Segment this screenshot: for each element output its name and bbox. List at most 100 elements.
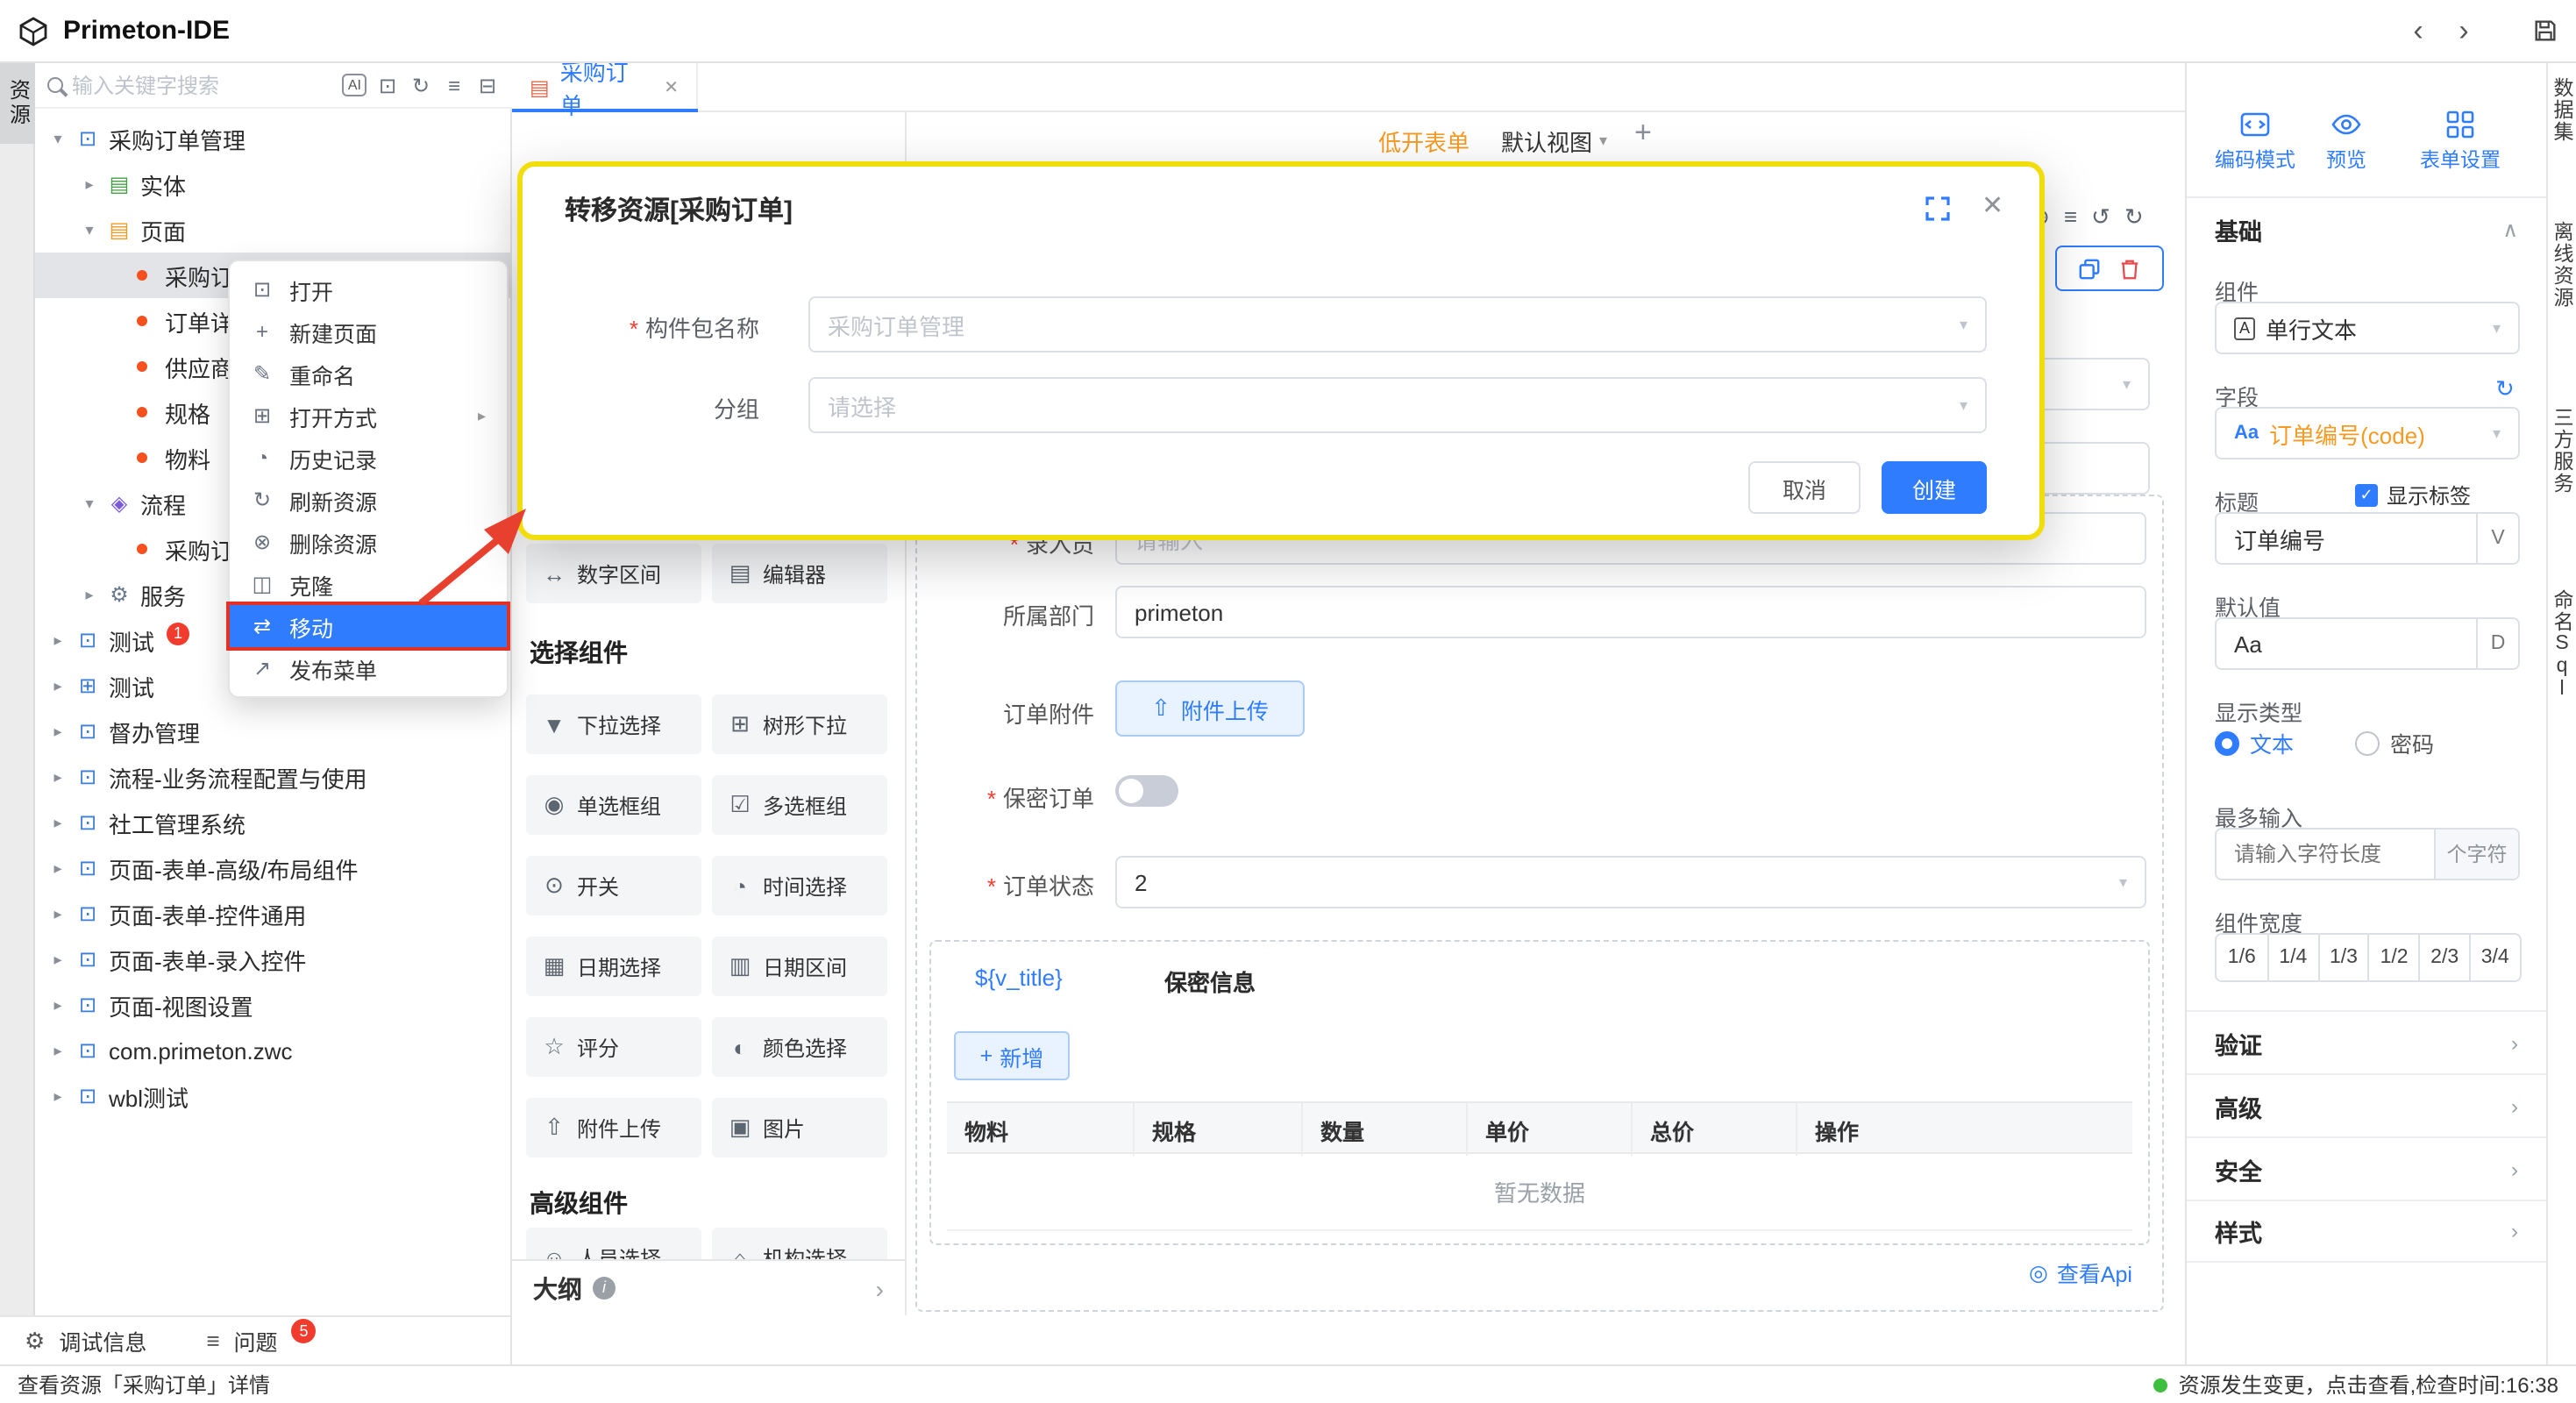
chevron-right-icon[interactable]: ▸ — [49, 676, 67, 695]
refresh-tree-icon[interactable]: ↻ — [409, 73, 433, 97]
menu-item-rename[interactable]: ✎重命名 — [230, 353, 507, 395]
undo-icon[interactable]: ↺ — [2091, 203, 2110, 231]
tab-offline-resources[interactable]: 离线资源 — [2548, 221, 2576, 309]
section-validation[interactable]: 验证 › — [2187, 1010, 2546, 1073]
tree-item-zwc[interactable]: ▸ ⊡ com.primeton.zwc — [35, 1028, 512, 1073]
tree-item-form-common[interactable]: ▸ ⊡ 页面-表单-控件通用 — [35, 891, 512, 937]
chevron-right-icon[interactable]: ▸ — [49, 904, 67, 923]
redo-icon[interactable]: ↻ — [2124, 203, 2144, 231]
max-length-input[interactable]: 个字符 — [2215, 828, 2520, 880]
palette-dropdown[interactable]: ▼下拉选择 — [526, 694, 701, 754]
upload-attachment-button[interactable]: ⇧ 附件上传 — [1115, 680, 1305, 737]
tab-purchase-order[interactable]: ▤ 采购订单 ✕ — [512, 63, 698, 112]
nav-back-icon[interactable]: ‹ — [2402, 13, 2434, 48]
palette-color-picker[interactable]: ◐颜色选择 — [712, 1017, 887, 1077]
section-security[interactable]: 安全 › — [2187, 1136, 2546, 1200]
save-icon[interactable] — [2532, 18, 2558, 44]
chevron-down-icon[interactable]: ▾ — [81, 494, 98, 513]
palette-tree-dropdown[interactable]: ⊞树形下拉 — [712, 694, 887, 754]
palette-checkbox-group[interactable]: ☑多选框组 — [712, 775, 887, 835]
collapse-all-icon[interactable]: ⊟ — [475, 73, 500, 97]
chevron-right-icon[interactable]: › — [876, 1274, 884, 1302]
cancel-button[interactable]: 取消 — [1748, 461, 1861, 514]
close-dialog-icon[interactable]: ✕ — [1982, 189, 2003, 221]
chevron-right-icon[interactable]: ▸ — [49, 858, 67, 878]
group-select[interactable]: 请选择 ▾ — [808, 377, 1987, 433]
nav-forward-icon[interactable]: › — [2448, 13, 2480, 48]
department-input[interactable]: primeton — [1115, 586, 2146, 638]
chevron-right-icon[interactable]: ▸ — [49, 813, 67, 832]
variable-suffix[interactable]: V — [2476, 514, 2518, 563]
palette-image[interactable]: ▣图片 — [712, 1098, 887, 1157]
chevron-right-icon[interactable]: ▸ — [49, 630, 67, 650]
close-tab-icon[interactable]: ✕ — [664, 78, 679, 97]
create-button[interactable]: 创建 — [1882, 461, 1987, 514]
tree-item-package[interactable]: ▾ ⊡ 采购订单管理 — [35, 116, 512, 161]
chevron-down-icon[interactable]: ▾ — [81, 220, 98, 239]
width-option[interactable]: 2/3 — [2418, 935, 2469, 980]
chevron-right-icon[interactable]: ▸ — [49, 1086, 67, 1106]
width-option[interactable]: 1/4 — [2267, 935, 2318, 980]
view-api-link[interactable]: ◎ 查看Api — [947, 1256, 2132, 1289]
radio-text[interactable]: 文本 — [2215, 726, 2294, 759]
tab-third-party-services[interactable]: 三方服务 — [2548, 407, 2576, 495]
tree-item-social-system[interactable]: ▸ ⊡ 社工管理系统 — [35, 800, 512, 845]
refresh-field-icon[interactable]: ↻ — [2495, 375, 2515, 403]
width-option[interactable]: 3/4 — [2469, 935, 2520, 980]
field-binding-select[interactable]: Aa 订单编号(code) ▾ — [2215, 407, 2520, 459]
package-name-select[interactable]: 采购订单管理 ▾ — [808, 296, 1987, 353]
tree-item-form-layout[interactable]: ▸ ⊡ 页面-表单-高级/布局组件 — [35, 845, 512, 891]
resource-changed-link[interactable]: 资源发生变更，点击查看,检查时间:16:38 — [2179, 1370, 2558, 1399]
add-row-button[interactable]: + 新增 — [954, 1031, 1070, 1080]
copy-icon[interactable] — [2078, 257, 2101, 280]
radio-password[interactable]: 密码 — [2355, 726, 2434, 759]
problems-button[interactable]: 问题 — [234, 1324, 278, 1357]
package-filter-icon[interactable]: ⊡ — [375, 73, 400, 97]
chevron-right-icon[interactable]: ▸ — [49, 1041, 67, 1060]
palette-number-range[interactable]: ↔ 数字区间 — [526, 544, 701, 603]
chevron-right-icon[interactable]: ▸ — [81, 585, 98, 604]
outline-footer[interactable]: 大纲 i › — [512, 1259, 905, 1315]
width-option[interactable]: 1/2 — [2368, 935, 2419, 980]
palette-file-upload[interactable]: ⇧附件上传 — [526, 1098, 701, 1157]
palette-rating[interactable]: ☆评分 — [526, 1017, 701, 1077]
palette-time-picker[interactable]: ◔时间选择 — [712, 856, 887, 915]
order-status-select[interactable]: 2 ▾ — [1115, 856, 2146, 908]
ai-search-icon[interactable]: AI — [343, 74, 366, 96]
menu-item-publish[interactable]: ↗发布菜单 — [230, 647, 507, 689]
width-option[interactable]: 1/3 — [2317, 935, 2368, 980]
palette-switch[interactable]: ⊙开关 — [526, 856, 701, 915]
code-mode-button[interactable]: 编码模式 — [2208, 109, 2302, 174]
tree-item-pages[interactable]: ▾ ▤ 页面 — [35, 207, 512, 253]
max-length-field[interactable] — [2234, 842, 2392, 866]
palette-editor[interactable]: ▤ 编辑器 — [712, 544, 887, 603]
chevron-right-icon[interactable]: ▸ — [49, 950, 67, 969]
fullscreen-icon[interactable] — [1925, 196, 1950, 221]
resources-vertical-tab[interactable]: 资源 — [0, 63, 35, 144]
title-input[interactable]: 订单编号 V — [2215, 512, 2520, 565]
menu-item-history[interactable]: ◔历史记录 — [230, 437, 507, 479]
subtab-secret-info[interactable]: 保密信息 — [1164, 965, 1256, 998]
section-basic[interactable]: 基础 ∧ — [2187, 196, 2546, 260]
tree-item-entities[interactable]: ▸ ▤ 实体 — [35, 161, 512, 207]
chevron-right-icon[interactable]: ▸ — [49, 722, 67, 741]
trash-icon[interactable] — [2118, 257, 2141, 280]
tree-item-wbl-test[interactable]: ▸ ⊡ wbl测试 — [35, 1073, 512, 1119]
sort-icon[interactable]: ≡ — [442, 73, 466, 97]
section-style[interactable]: 样式 › — [2187, 1200, 2546, 1263]
list-icon[interactable]: ≡ — [2064, 203, 2077, 231]
low-code-form-mode[interactable]: 低开表单 — [1378, 125, 1469, 158]
debug-info-button[interactable]: 调试信息 — [59, 1324, 146, 1357]
palette-radio-group[interactable]: ◉单选框组 — [526, 775, 701, 835]
menu-item-open-with[interactable]: ⊞打开方式▸ — [230, 395, 507, 437]
secret-order-toggle[interactable] — [1115, 775, 1178, 807]
component-type-select[interactable]: A 单行文本 ▾ — [2215, 302, 2520, 354]
menu-item-open[interactable]: ⊡打开 — [230, 268, 507, 310]
tree-item-view-settings[interactable]: ▸ ⊡ 页面-视图设置 — [35, 982, 512, 1028]
palette-date-range[interactable]: ▥日期区间 — [712, 937, 887, 996]
section-advanced[interactable]: 高级 › — [2187, 1073, 2546, 1136]
tree-item-flow-config[interactable]: ▸ ⊡ 流程-业务流程配置与使用 — [35, 754, 512, 800]
tree-item-form-input[interactable]: ▸ ⊡ 页面-表单-录入控件 — [35, 937, 512, 982]
add-view-button[interactable]: + — [1634, 116, 1652, 151]
chevron-right-icon[interactable]: ▸ — [49, 995, 67, 1015]
